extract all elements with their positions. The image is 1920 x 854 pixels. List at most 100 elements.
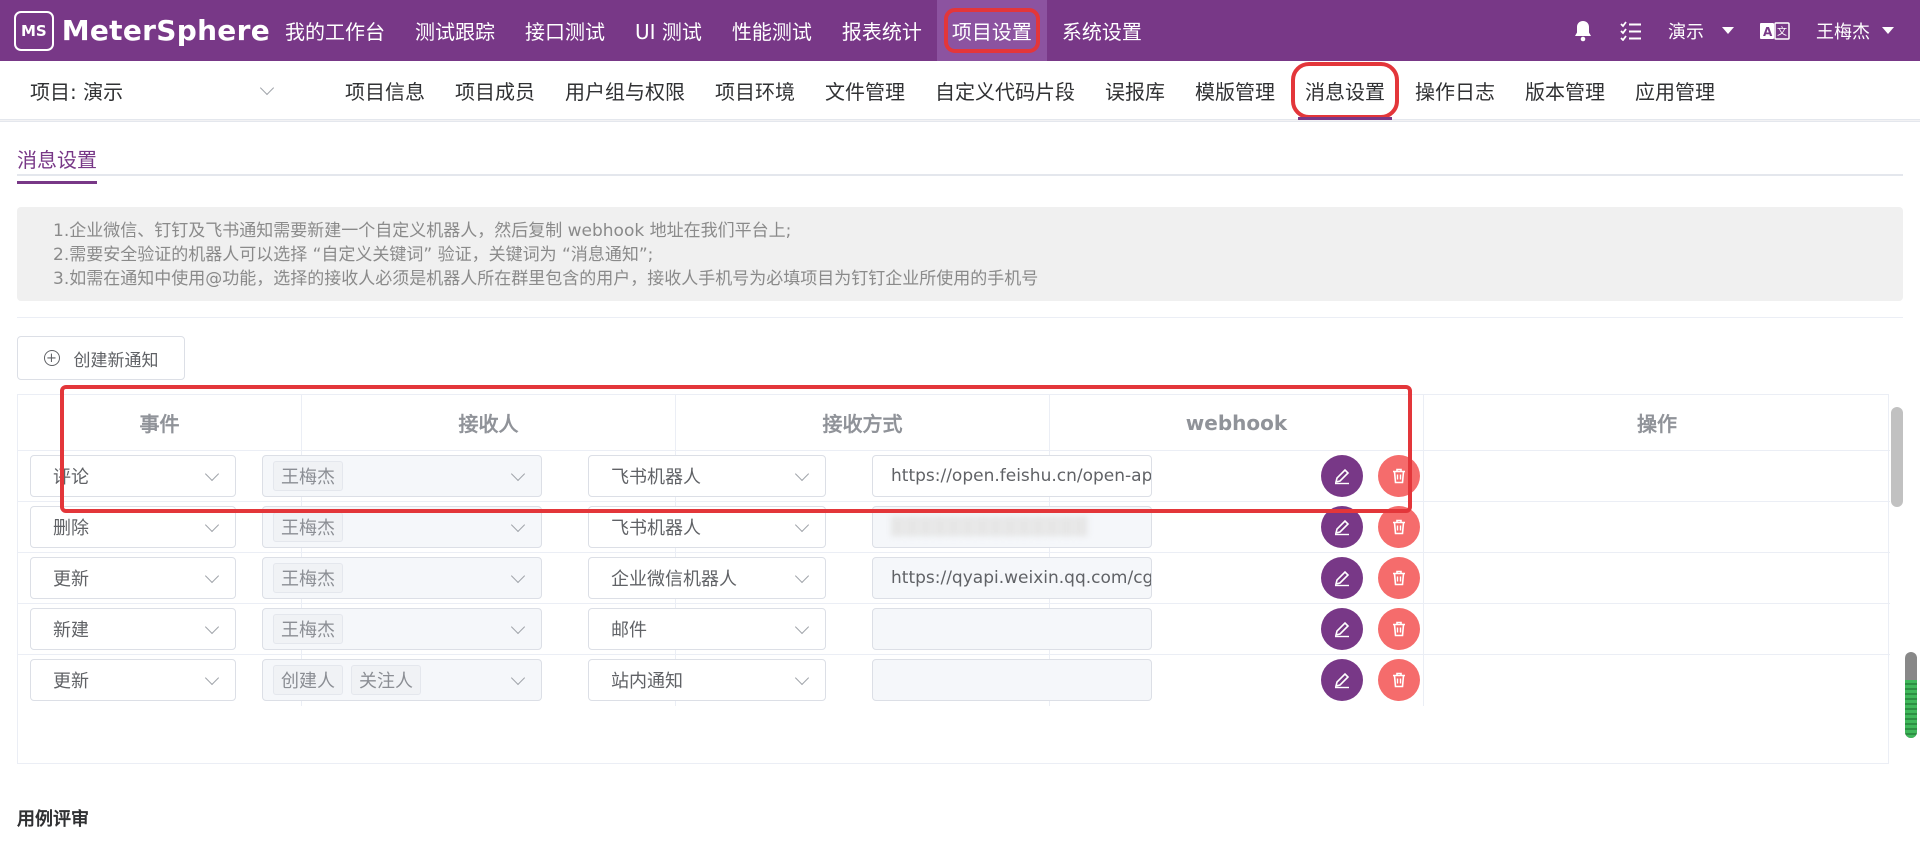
receiver-tags: 王梅杰 xyxy=(273,512,351,542)
notification-button[interactable] xyxy=(1572,20,1594,42)
receiver-tag: 关注人 xyxy=(351,665,421,695)
table-scrollbar[interactable] xyxy=(1891,407,1903,507)
chevron-down-icon xyxy=(1722,27,1734,34)
webhook-redacted: ██████████████ xyxy=(891,517,1089,537)
header-actions: 操作 xyxy=(1637,412,1677,436)
event-select[interactable]: 删除 xyxy=(30,506,236,548)
topnav-item-1[interactable]: 测试跟踪 xyxy=(400,0,510,61)
create-notification-button[interactable]: + 创建新通知 xyxy=(17,336,185,380)
receivers-select[interactable]: 王梅杰 xyxy=(262,608,542,650)
delete-button[interactable] xyxy=(1378,557,1420,599)
delete-button[interactable] xyxy=(1378,506,1420,548)
receive-method-select[interactable]: 飞书机器人 xyxy=(588,455,826,497)
event-select[interactable]: 更新 xyxy=(30,659,236,701)
topnav-item-6[interactable]: 项目设置 xyxy=(936,0,1047,61)
topnav-item-2[interactable]: 接口测试 xyxy=(510,0,620,61)
receivers-select[interactable]: 王梅杰 xyxy=(262,557,542,599)
top-nav-menu: 我的工作台 测试跟踪 接口测试 UI 测试 性能测试 报表统计 项目设置 系统设置 xyxy=(270,0,1157,61)
subnav-item-2[interactable]: 用户组与权限 xyxy=(550,61,700,120)
topnav-item-0[interactable]: 我的工作台 xyxy=(270,0,400,61)
subnav-item-label: 自定义代码片段 xyxy=(935,79,1075,104)
edit-button[interactable] xyxy=(1321,557,1363,599)
event-value: 新建 xyxy=(53,620,89,641)
user-menu[interactable]: 王梅杰 xyxy=(1816,18,1894,44)
page-scrollbar[interactable] xyxy=(1905,652,1917,738)
subnav-item-7[interactable]: 模版管理 xyxy=(1180,61,1290,120)
topnav-item-7[interactable]: 系统设置 xyxy=(1047,0,1157,61)
project-settings-navbar: 项目: 演示 项目信息 项目成员 用户组与权限 项目环境 文件管理 自定义代码片段 误报库 模… xyxy=(0,61,1920,120)
delete-button[interactable] xyxy=(1378,455,1420,497)
topnav-item-3[interactable]: UI 测试 xyxy=(620,0,717,61)
subnav-item-3[interactable]: 项目环境 xyxy=(700,61,810,120)
edit-button[interactable] xyxy=(1321,659,1363,701)
app-logo[interactable]: MS MeterSphere xyxy=(0,0,270,61)
chevron-down-icon xyxy=(1882,27,1894,34)
webhook-input[interactable] xyxy=(872,659,1152,701)
edit-icon xyxy=(1334,621,1350,638)
receiver-tags: 王梅杰 xyxy=(273,563,351,593)
subnav-item-6[interactable]: 误报库 xyxy=(1090,61,1180,120)
event-value: 评论 xyxy=(53,467,89,488)
receiver-tags: 王梅杰 xyxy=(273,461,351,491)
tab-bar: 消息设置 xyxy=(17,144,1903,184)
chevron-down-icon xyxy=(510,619,526,634)
receivers-select[interactable]: 王梅杰 xyxy=(262,455,542,497)
chevron-down-icon xyxy=(510,466,526,481)
top-navbar: MS MeterSphere 我的工作台 测试跟踪 接口测试 UI 测试 性能测试 报表统… xyxy=(0,0,1920,61)
event-select[interactable]: 评论 xyxy=(30,455,236,497)
receive-method-select[interactable]: 邮件 xyxy=(588,608,826,650)
webhook-value: https://qyapi.weixin.qq.com/cgi-bin/we xyxy=(891,568,1152,588)
workspace-switcher[interactable]: 演示 xyxy=(1668,18,1734,44)
table-row: 更新 创建人 关注人 站内通知 xyxy=(18,655,1890,706)
subnav-item-0[interactable]: 项目信息 xyxy=(330,61,440,120)
event-select[interactable]: 更新 xyxy=(30,557,236,599)
trash-icon xyxy=(1393,672,1405,688)
topnav-item-5[interactable]: 报表统计 xyxy=(827,0,937,61)
subnav-item-9[interactable]: 操作日志 xyxy=(1400,61,1510,120)
edit-button[interactable] xyxy=(1321,506,1363,548)
edit-icon xyxy=(1334,519,1350,536)
chevron-down-icon xyxy=(204,670,220,685)
subnav-item-label: 项目成员 xyxy=(455,79,535,104)
top-right-toolbar: 演示 A文 王梅杰 xyxy=(1572,0,1920,61)
event-value: 删除 xyxy=(53,518,89,539)
receive-method-value: 站内通知 xyxy=(611,671,683,692)
subnav-item-label: 应用管理 xyxy=(1635,79,1715,104)
topnav-item-4[interactable]: 性能测试 xyxy=(717,0,827,61)
edit-button[interactable] xyxy=(1321,608,1363,650)
edit-button[interactable] xyxy=(1321,455,1363,497)
task-center-button[interactable] xyxy=(1620,20,1642,42)
project-selector-label: 项目: 演示 xyxy=(30,79,124,104)
webhook-input[interactable]: ██████████████ xyxy=(872,506,1152,548)
receivers-select[interactable]: 创建人 关注人 xyxy=(262,659,542,701)
receive-method-select[interactable]: 站内通知 xyxy=(588,659,826,701)
tab-message-settings[interactable]: 消息设置 xyxy=(17,144,97,184)
webhook-input[interactable] xyxy=(872,608,1152,650)
svg-text:A: A xyxy=(1763,25,1773,39)
language-switcher[interactable]: A文 xyxy=(1760,20,1790,42)
receivers-select[interactable]: 王梅杰 xyxy=(262,506,542,548)
subnav-item-10[interactable]: 版本管理 xyxy=(1510,61,1620,120)
subnav-item-4[interactable]: 文件管理 xyxy=(810,61,920,120)
receiver-tag: 王梅杰 xyxy=(273,614,343,644)
webhook-input[interactable]: https://qyapi.weixin.qq.com/cgi-bin/we xyxy=(872,557,1152,599)
delete-button[interactable] xyxy=(1378,659,1420,701)
subnav-item-1[interactable]: 项目成员 xyxy=(440,61,550,120)
divider xyxy=(17,317,1903,318)
chevron-down-icon xyxy=(259,80,275,95)
event-select[interactable]: 新建 xyxy=(30,608,236,650)
topnav-item-label: 项目设置 xyxy=(943,8,1040,53)
project-selector[interactable]: 项目: 演示 xyxy=(0,61,290,120)
receive-method-select[interactable]: 企业微信机器人 xyxy=(588,557,826,599)
header-event: 事件 xyxy=(18,395,302,450)
chevron-down-icon xyxy=(204,619,220,634)
subnav-item-5[interactable]: 自定义代码片段 xyxy=(920,61,1090,120)
delete-button[interactable] xyxy=(1378,608,1420,650)
webhook-input[interactable]: https://open.feishu.cn/open-apis/bot/v xyxy=(872,455,1152,497)
chevron-down-icon xyxy=(510,517,526,532)
subnav-item-8[interactable]: 消息设置 xyxy=(1290,61,1400,120)
subnav-item-11[interactable]: 应用管理 xyxy=(1620,61,1730,120)
trash-icon xyxy=(1393,519,1405,535)
chevron-down-icon xyxy=(510,670,526,685)
receive-method-select[interactable]: 飞书机器人 xyxy=(588,506,826,548)
